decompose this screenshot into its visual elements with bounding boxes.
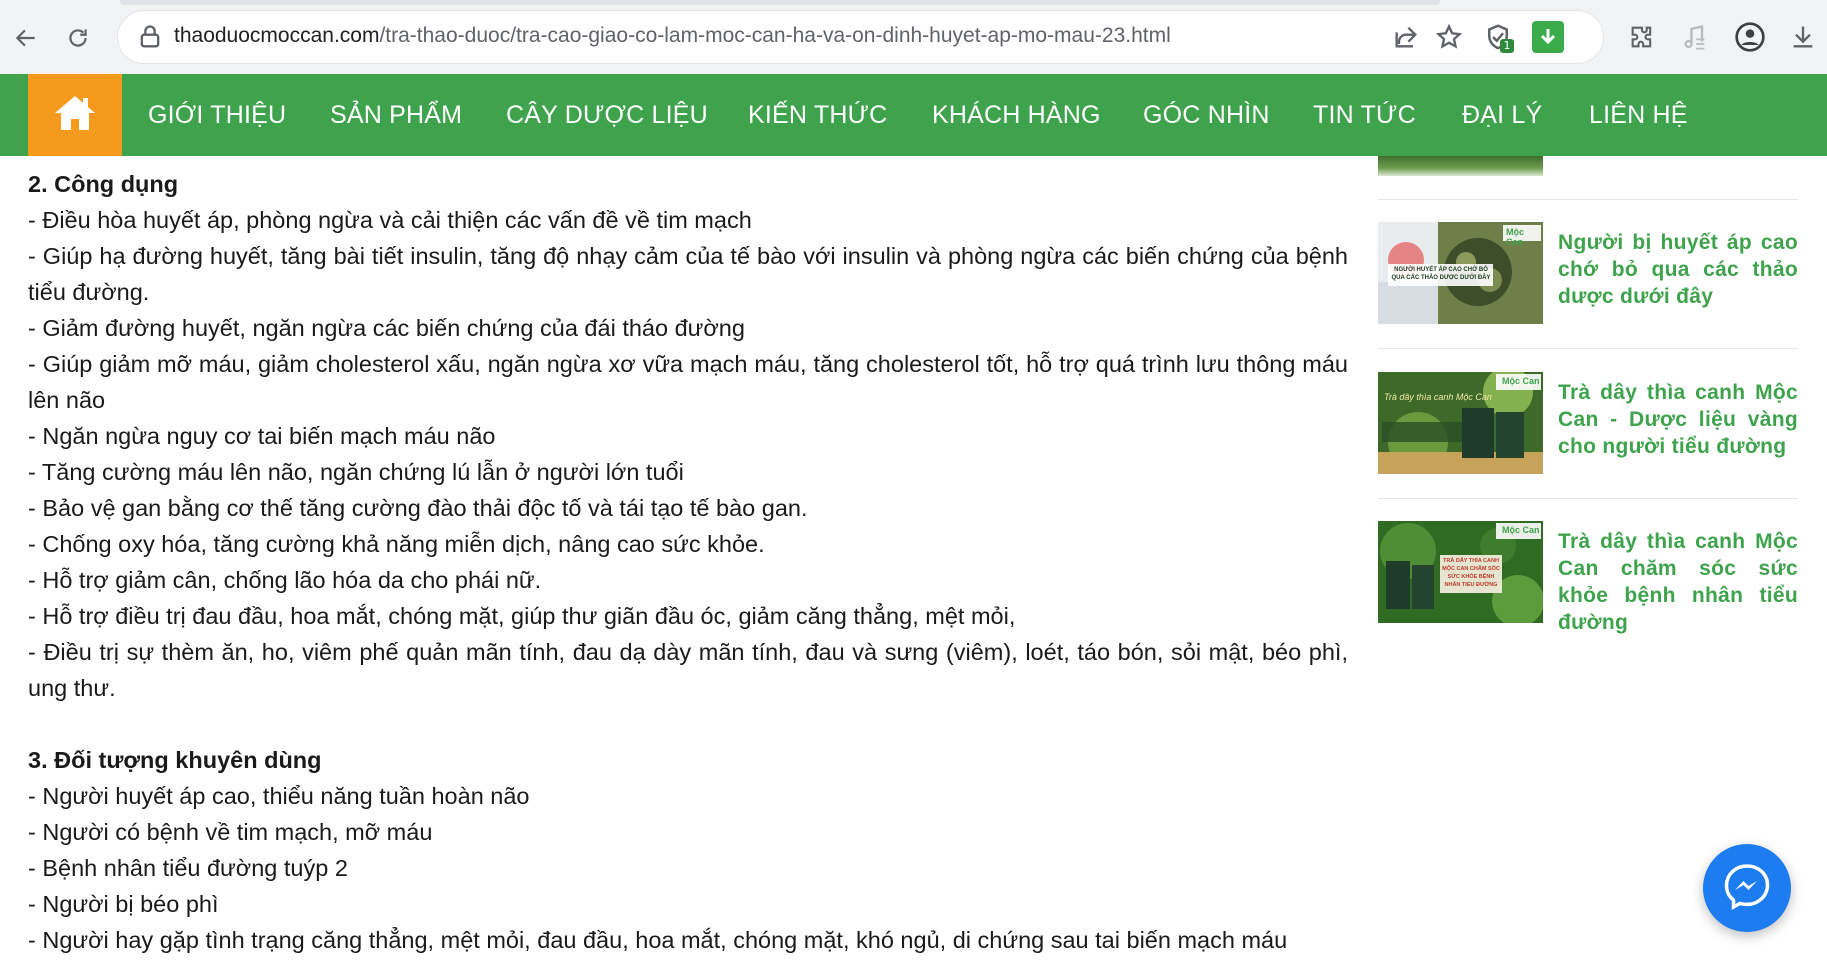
nav-item-goc-nhin[interactable]: GÓC NHÌN [1143,101,1270,130]
post-title-link[interactable]: Trà dây thìa canh Mộc Can chăm sóc sức k… [1558,528,1798,636]
back-arrow-icon[interactable] [6,18,46,58]
article-line: - Chống oxy hóa, tăng cường khả năng miễ… [28,531,765,557]
section-heading-cong-dung: 2. Công dụng [28,171,179,197]
thumb-caption: NGƯỜI HUYẾT ÁP CAO CHỚ BỎ QUA CÁC THẢO D… [1391,267,1491,281]
home-icon [53,93,97,138]
post-thumbnail[interactable]: TRÀ DÂY THÌA CANH MỘC CAN CHĂM SÓC SỨC K… [1378,521,1543,623]
reload-icon[interactable] [58,18,98,58]
active-tab-edge [120,0,1440,5]
address-bar[interactable]: thaoduocmoccan.com/tra-thao-duoc/tra-cao… [118,11,1603,63]
messenger-chat-button[interactable] [1703,844,1791,932]
shield-extension-icon[interactable]: 1 [1482,21,1514,53]
post-thumbnail[interactable]: NGƯỜI HUYẾT ÁP CAO CHỚ BỎ QUA CÁC THẢO D… [1378,222,1543,324]
article-line: - Bệnh nhân tiểu đường tuýp 2 [28,855,348,881]
divider [1378,498,1798,499]
messenger-icon [1722,861,1772,916]
article-line: - Hỗ trợ điều trị đau đầu, hoa mắt, chón… [28,603,1016,629]
article-line: - Ngăn ngừa nguy cơ tai biến mạch máu nã… [28,423,496,449]
lock-icon[interactable] [136,23,164,51]
article-line: - Điều trị sự thèm ăn, ho, viêm phế quản… [28,639,1348,701]
nav-item-gioi-thieu[interactable]: GIỚI THIỆU [148,101,286,130]
divider [1378,348,1798,349]
url-text[interactable]: thaoduocmoccan.com/tra-thao-duoc/tra-cao… [174,24,1171,48]
download-icon[interactable] [1784,18,1822,56]
post-thumbnail[interactable]: Trà dây thìa canh Mộc Can Mộc Can [1378,372,1543,474]
article-line: - Người huyết áp cao, thiểu năng tuần ho… [28,783,530,809]
article-line: - Người hay gặp tình trạng căng thẳng, m… [28,927,1288,953]
nav-item-cay-duoc-lieu[interactable]: CÂY DƯỢC LIỆU [506,101,708,130]
thumb-caption: TRÀ DÂY THÌA CANH MỘC CAN CHĂM SÓC SỨC K… [1442,558,1500,588]
nav-item-dai-ly[interactable]: ĐẠI LÝ [1462,101,1542,130]
article-line: - Bảo vệ gan bằng cơ thế tăng cường đào … [28,495,808,521]
download-badge-icon[interactable] [1532,21,1564,53]
thumb-logo: Mộc Can [1502,376,1540,386]
profile-icon[interactable] [1731,18,1769,56]
section-heading-doi-tuong: 3. Đối tượng khuyên dùng [28,747,322,773]
article-line: - Giúp hạ đường huyết, tăng bài tiết ins… [28,243,1348,305]
article-line: - Giúp giảm mỡ máu, giảm cholesterol xấu… [28,351,1348,413]
share-icon[interactable] [1390,21,1422,53]
thumb-logo: Mộc Can [1502,525,1540,535]
puzzle-icon[interactable] [1623,18,1661,56]
article-body: 2. Công dụng - Điều hòa huyết áp, phòng … [28,166,1348,958]
article-line: - Người có bệnh về tim mạch, mỡ máu [28,819,433,845]
extension-badge: 1 [1500,39,1514,53]
nav-item-kien-thuc[interactable]: KIẾN THỨC [748,101,887,130]
music-note-icon[interactable] [1676,18,1714,56]
article-line: - Điều hòa huyết áp, phòng ngừa và cải t… [28,207,752,233]
article-line: - Tăng cường máu lên não, ngăn chứng lú … [28,459,684,485]
post-title-link[interactable]: Người bị huyết áp cao chớ bỏ qua các thả… [1558,229,1798,310]
post-thumbnail-partial[interactable] [1378,156,1543,176]
home-button[interactable] [28,74,122,156]
nav-item-lien-he[interactable]: LIÊN HỆ [1589,101,1688,130]
main-navigation: GIỚI THIỆU SẢN PHẨM CÂY DƯỢC LIỆU KIẾN T… [0,74,1827,156]
nav-item-tin-tuc[interactable]: TIN TỨC [1313,101,1416,130]
browser-toolbar: thaoduocmoccan.com/tra-thao-duoc/tra-cao… [0,0,1827,74]
post-title-link[interactable]: Trà dây thìa canh Mộc Can - Dược liệu và… [1558,379,1798,460]
nav-item-khach-hang[interactable]: KHÁCH HÀNG [932,101,1101,130]
star-icon[interactable] [1433,21,1465,53]
thumb-logo: Mộc Can [1506,227,1524,247]
article-line: - Hỗ trợ giảm cân, chống lão hóa da cho … [28,567,542,593]
article-line: - Người bị béo phì [28,891,219,917]
nav-item-san-pham[interactable]: SẢN PHẨM [330,101,462,130]
thumb-caption: Trà dây thìa canh Mộc Can [1384,392,1492,402]
article-line: - Giảm đường huyết, ngăn ngừa các biến c… [28,315,745,341]
divider [1378,199,1798,200]
